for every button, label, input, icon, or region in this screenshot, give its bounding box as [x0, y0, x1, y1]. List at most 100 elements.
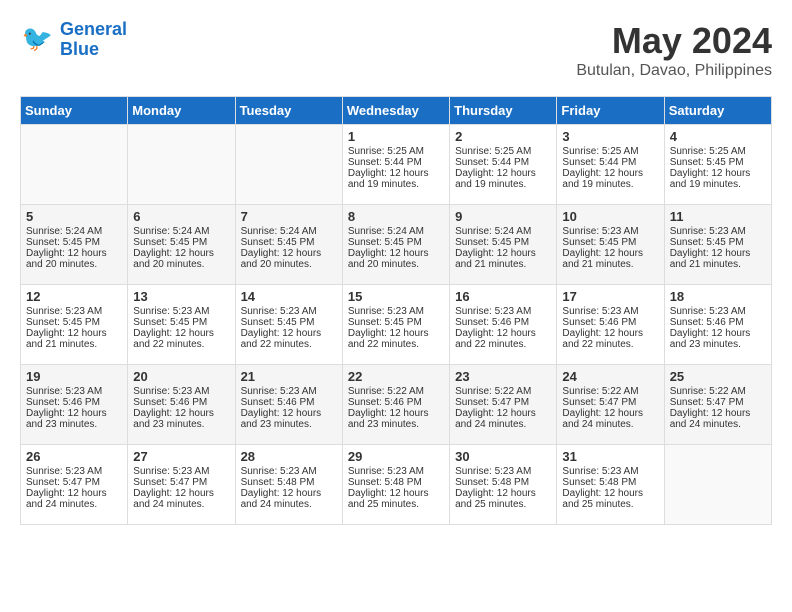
day-info-line: Sunrise: 5:23 AM	[562, 306, 658, 317]
calendar-cell: 5Sunrise: 5:24 AMSunset: 5:45 PMDaylight…	[21, 205, 128, 285]
day-info-line: Sunset: 5:46 PM	[133, 397, 229, 408]
day-info-line: and 20 minutes.	[348, 259, 444, 270]
day-info-line: Sunset: 5:45 PM	[562, 237, 658, 248]
day-info-line: Sunrise: 5:23 AM	[26, 386, 122, 397]
day-info-line: Sunset: 5:48 PM	[348, 477, 444, 488]
day-info-line: Daylight: 12 hours	[455, 408, 551, 419]
day-info-line: Daylight: 12 hours	[241, 408, 337, 419]
day-info-line: Sunrise: 5:24 AM	[348, 226, 444, 237]
calendar-cell: 9 Sunrise: 5:24 AMSunset: 5:45 PMDaylight…	[450, 205, 557, 285]
day-info-line: and 25 minutes.	[562, 499, 658, 510]
day-info-line: and 21 minutes.	[26, 339, 122, 350]
day-info-line: Daylight: 12 hours	[562, 248, 658, 259]
day-info-line: Sunset: 5:46 PM	[670, 317, 766, 328]
day-number: 29	[348, 449, 444, 464]
day-info-line: Sunrise: 5:24 AM	[26, 226, 122, 237]
day-info-line: Sunrise: 5:23 AM	[670, 226, 766, 237]
day-info-line: Sunset: 5:47 PM	[670, 397, 766, 408]
day-info-line: Daylight: 12 hours	[455, 168, 551, 179]
calendar-cell: 22Sunrise: 5:22 AMSunset: 5:46 PMDayligh…	[342, 365, 449, 445]
calendar-cell: 11Sunrise: 5:23 AMSunset: 5:45 PMDayligh…	[664, 205, 771, 285]
day-info-line: Sunrise: 5:25 AM	[455, 146, 551, 157]
day-info-line: Daylight: 12 hours	[241, 248, 337, 259]
day-info-line: Sunset: 5:45 PM	[455, 237, 551, 248]
day-info-line: Daylight: 12 hours	[670, 248, 766, 259]
day-info-line: and 20 minutes.	[133, 259, 229, 270]
day-info-line: Daylight: 12 hours	[26, 248, 122, 259]
day-info-line: Sunrise: 5:23 AM	[455, 466, 551, 477]
day-number: 21	[241, 369, 337, 384]
calendar-week-row: 26 Sunrise: 5:23 AM Sunset: 5:47 PM Dayligh…	[21, 445, 772, 525]
calendar-week-row: 5Sunrise: 5:24 AMSunset: 5:45 PMDaylight…	[21, 205, 772, 285]
svg-text:🐦: 🐦	[22, 25, 53, 53]
day-info-line: Sunset: 5:45 PM	[348, 237, 444, 248]
logo: 🐦 General Blue	[20, 20, 127, 60]
day-number: 12	[26, 289, 122, 304]
calendar-cell: 21Sunrise: 5:23 AMSunset: 5:46 PMDayligh…	[235, 365, 342, 445]
day-header-saturday: Saturday	[664, 97, 771, 125]
day-header-friday: Friday	[557, 97, 664, 125]
day-info-line: Daylight: 12 hours	[670, 408, 766, 419]
day-number: 8	[348, 209, 444, 224]
day-info-line: and 23 minutes.	[241, 419, 337, 430]
day-info-line: Daylight: 12 hours	[241, 328, 337, 339]
calendar-cell: 27Sunrise: 5:23 AMSunset: 5:47 PMDayligh…	[128, 445, 235, 525]
calendar-week-row: 1 Sunrise: 5:25 AM Sunset: 5:44 PM Daylight…	[21, 125, 772, 205]
day-number: 5	[26, 209, 122, 224]
calendar-cell	[21, 125, 128, 205]
day-number: 18	[670, 289, 766, 304]
day-info-line: and 23 minutes.	[348, 419, 444, 430]
calendar-cell: 12Sunrise: 5:23 AMSunset: 5:45 PMDayligh…	[21, 285, 128, 365]
day-number: 25	[670, 369, 766, 384]
day-info-line: and 19 minutes.	[670, 179, 766, 190]
day-info-line: Sunrise: 5:23 AM	[133, 306, 229, 317]
day-info-line: and 19 minutes.	[348, 179, 444, 190]
calendar-body: 1 Sunrise: 5:25 AM Sunset: 5:44 PM Daylight…	[21, 125, 772, 525]
day-info-line: and 22 minutes.	[455, 339, 551, 350]
day-info-line: Daylight: 12 hours	[241, 488, 337, 499]
calendar-cell: 4Sunrise: 5:25 AMSunset: 5:45 PMDaylight…	[664, 125, 771, 205]
day-info-line: Daylight: 12 hours	[133, 248, 229, 259]
day-number: 1	[348, 129, 444, 144]
day-info-line: Daylight: 12 hours	[455, 248, 551, 259]
day-info-line: and 24 minutes.	[133, 499, 229, 510]
day-info-line: Sunset: 5:46 PM	[241, 397, 337, 408]
day-info-line: Daylight: 12 hours	[455, 488, 551, 499]
day-info-line: Daylight: 12 hours	[348, 328, 444, 339]
day-info-line: Sunrise: 5:25 AM	[562, 146, 658, 157]
calendar-cell: 19Sunrise: 5:23 AMSunset: 5:46 PMDayligh…	[21, 365, 128, 445]
logo-text: General Blue	[60, 20, 127, 60]
day-info-line: Sunrise: 5:24 AM	[455, 226, 551, 237]
calendar-cell: 7Sunrise: 5:24 AMSunset: 5:45 PMDaylight…	[235, 205, 342, 285]
calendar-cell: 13Sunrise: 5:23 AMSunset: 5:45 PMDayligh…	[128, 285, 235, 365]
day-info-line: Sunrise: 5:23 AM	[133, 386, 229, 397]
day-info-line: and 24 minutes.	[562, 419, 658, 430]
day-number: 24	[562, 369, 658, 384]
calendar-cell	[128, 125, 235, 205]
day-number: 31	[562, 449, 658, 464]
day-info-line: and 19 minutes.	[562, 179, 658, 190]
day-info-line: Daylight: 12 hours	[348, 248, 444, 259]
day-info-line: and 20 minutes.	[26, 259, 122, 270]
day-info-line: Daylight: 12 hours	[562, 328, 658, 339]
day-info-line: Daylight: 12 hours	[562, 488, 658, 499]
day-info-line: and 24 minutes.	[26, 499, 122, 510]
day-info-line: and 20 minutes.	[241, 259, 337, 270]
day-number: 26	[26, 449, 122, 464]
day-info-line: Sunrise: 5:23 AM	[348, 306, 444, 317]
day-number: 17	[562, 289, 658, 304]
day-number: 13	[133, 289, 229, 304]
day-info-line: and 22 minutes.	[133, 339, 229, 350]
day-info-line: Sunset: 5:47 PM	[455, 397, 551, 408]
day-info-line: and 23 minutes.	[670, 339, 766, 350]
day-header-sunday: Sunday	[21, 97, 128, 125]
day-number: 22	[348, 369, 444, 384]
day-info-line: Sunset: 5:47 PM	[26, 477, 122, 488]
calendar-cell	[235, 125, 342, 205]
day-info-line: and 22 minutes.	[562, 339, 658, 350]
day-info-line: Sunset: 5:44 PM	[348, 157, 444, 168]
day-info-line: Daylight: 12 hours	[133, 408, 229, 419]
day-info-line: Sunset: 5:48 PM	[562, 477, 658, 488]
day-info-line: and 21 minutes.	[670, 259, 766, 270]
day-number: 9	[455, 209, 551, 224]
